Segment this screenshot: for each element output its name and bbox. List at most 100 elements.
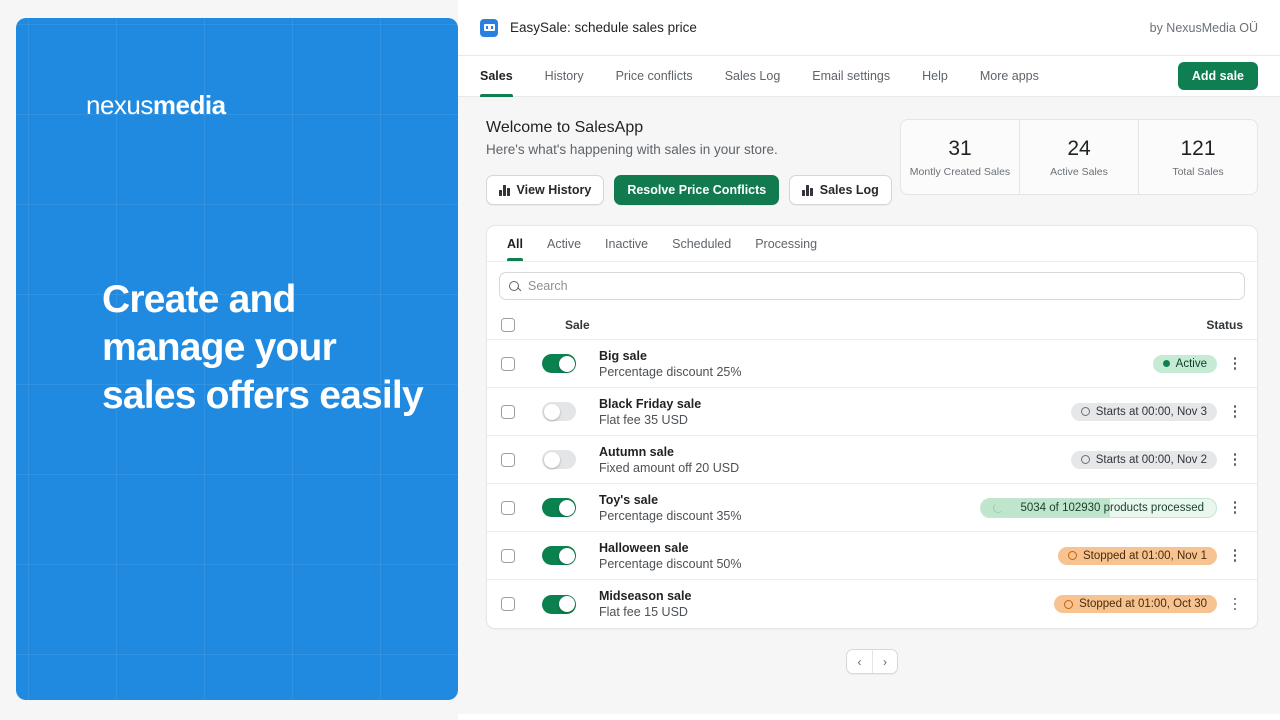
nav-item-sales[interactable]: Sales xyxy=(480,56,529,96)
search-icon xyxy=(509,281,520,292)
nav-items: Sales History Price conflicts Sales Log … xyxy=(480,56,1055,96)
logo-thin-text: nexus xyxy=(86,90,153,120)
stat-active-sales: 24 Active Sales xyxy=(1019,120,1138,194)
welcome-actions: View History Resolve Price Conflicts Sal… xyxy=(486,175,900,205)
row-status: Starts at 00:00, Nov 3 xyxy=(1071,403,1243,421)
stat-value: 24 xyxy=(1024,137,1134,161)
logo-bold-text: media xyxy=(153,90,226,120)
nexusmedia-logo: nexusmedia xyxy=(86,90,226,121)
nav-item-history[interactable]: History xyxy=(529,56,600,96)
stat-value: 31 xyxy=(905,137,1015,161)
status-text: Starts at 00:00, Nov 3 xyxy=(1096,406,1207,418)
easysale-app-icon xyxy=(480,19,498,37)
row-sale-desc: Fixed amount off 20 USD xyxy=(599,461,739,475)
tab-inactive[interactable]: Inactive xyxy=(593,226,660,261)
welcome-title: Welcome to SalesApp xyxy=(486,119,900,137)
app-root: nexusmedia Create and manage your sales … xyxy=(0,0,1280,720)
row-checkbox[interactable] xyxy=(501,453,515,467)
welcome-row: Welcome to SalesApp Here's what's happen… xyxy=(486,117,1258,205)
row-toggle[interactable] xyxy=(542,354,576,373)
row-actions-menu-icon[interactable] xyxy=(1227,549,1243,562)
table-row: Midseason sale Flat fee 15 USD Stopped a… xyxy=(487,580,1257,628)
row-actions-menu-icon[interactable] xyxy=(1227,453,1243,466)
row-sale-name: Big sale xyxy=(599,349,741,363)
row-text: Halloween sale Percentage discount 50% xyxy=(599,541,741,571)
search-box[interactable] xyxy=(499,272,1245,300)
pagination-next-button[interactable]: › xyxy=(872,650,897,673)
row-sale-desc: Percentage discount 50% xyxy=(599,557,741,571)
row-checkbox[interactable] xyxy=(501,597,515,611)
table-row: Autumn sale Fixed amount off 20 USD Star… xyxy=(487,436,1257,484)
stat-value: 121 xyxy=(1143,137,1253,161)
row-checkbox[interactable] xyxy=(501,501,515,515)
add-sale-button[interactable]: Add sale xyxy=(1178,62,1258,90)
nav-item-sales-log[interactable]: Sales Log xyxy=(709,56,797,96)
nav-item-more-apps[interactable]: More apps xyxy=(964,56,1055,96)
row-actions-menu-icon[interactable] xyxy=(1227,405,1243,418)
row-actions-menu-icon[interactable] xyxy=(1227,501,1243,514)
app-topbar: EasySale: schedule sales price by NexusM… xyxy=(458,0,1280,56)
resolve-price-conflicts-button[interactable]: Resolve Price Conflicts xyxy=(614,175,779,205)
row-checkbox[interactable] xyxy=(501,549,515,563)
row-toggle[interactable] xyxy=(542,498,576,517)
tab-processing[interactable]: Processing xyxy=(743,226,829,261)
nav-item-email-settings[interactable]: Email settings xyxy=(796,56,906,96)
bar-chart-icon xyxy=(499,185,510,196)
pagination-prev-button[interactable]: ‹ xyxy=(847,650,872,673)
row-sale-name: Toy's sale xyxy=(599,493,741,507)
row-sale-name: Halloween sale xyxy=(599,541,741,555)
status-text: Stopped at 01:00, Oct 30 xyxy=(1079,598,1207,610)
stats-panel: 31 Montly Created Sales 24 Active Sales … xyxy=(900,119,1258,195)
status-badge-processing: 5034 of 102930 products processed xyxy=(980,498,1218,518)
view-history-label: View History xyxy=(517,183,592,197)
select-all-checkbox[interactable] xyxy=(501,318,515,332)
row-toggle[interactable] xyxy=(542,595,576,614)
stop-icon xyxy=(1068,551,1077,560)
status-badge-stopped: Stopped at 01:00, Nov 1 xyxy=(1058,547,1217,565)
stat-label: Total Sales xyxy=(1143,166,1253,178)
row-checkbox[interactable] xyxy=(501,357,515,371)
promo-headline: Create and manage your sales offers easi… xyxy=(102,276,432,420)
row-sale-desc: Percentage discount 35% xyxy=(599,509,741,523)
row-toggle[interactable] xyxy=(542,450,576,469)
stat-monthly-created-sales: 31 Montly Created Sales xyxy=(901,120,1019,194)
row-text: Big sale Percentage discount 25% xyxy=(599,349,741,379)
status-badge-scheduled: Starts at 00:00, Nov 2 xyxy=(1071,451,1217,469)
tab-all[interactable]: All xyxy=(501,226,535,261)
tab-scheduled[interactable]: Scheduled xyxy=(660,226,743,261)
tab-active[interactable]: Active xyxy=(535,226,593,261)
status-badge-active: Active xyxy=(1153,355,1217,373)
row-toggle[interactable] xyxy=(542,402,576,421)
row-toggle[interactable] xyxy=(542,546,576,565)
row-text: Midseason sale Flat fee 15 USD xyxy=(599,589,691,619)
sales-log-label: Sales Log xyxy=(820,183,879,197)
status-dot-icon xyxy=(1163,360,1170,367)
app-author: by NexusMedia OÜ xyxy=(1150,21,1258,35)
app-title: EasySale: schedule sales price xyxy=(510,20,697,35)
row-actions-menu-icon[interactable] xyxy=(1227,357,1243,370)
row-status: 5034 of 102930 products processed xyxy=(980,498,1244,518)
stat-total-sales: 121 Total Sales xyxy=(1138,120,1257,194)
clock-icon xyxy=(1081,455,1090,464)
status-badge-scheduled: Starts at 00:00, Nov 3 xyxy=(1071,403,1217,421)
main-content: Welcome to SalesApp Here's what's happen… xyxy=(458,97,1280,714)
search-input[interactable] xyxy=(528,279,1235,293)
clock-icon xyxy=(1081,407,1090,416)
view-history-button[interactable]: View History xyxy=(486,175,604,205)
table-row: Halloween sale Percentage discount 50% S… xyxy=(487,532,1257,580)
table-row: Black Friday sale Flat fee 35 USD Starts… xyxy=(487,388,1257,436)
welcome-subtitle: Here's what's happening with sales in yo… xyxy=(486,142,900,157)
row-checkbox[interactable] xyxy=(501,405,515,419)
row-status: Stopped at 01:00, Nov 1 xyxy=(1058,547,1243,565)
stop-icon xyxy=(1064,600,1073,609)
row-sale-desc: Flat fee 35 USD xyxy=(599,413,701,427)
row-text: Toy's sale Percentage discount 35% xyxy=(599,493,741,523)
nav-item-help[interactable]: Help xyxy=(906,56,964,96)
row-text: Autumn sale Fixed amount off 20 USD xyxy=(599,445,739,475)
row-actions-menu-icon[interactable] xyxy=(1227,598,1243,611)
pagination-group: ‹ › xyxy=(846,649,898,674)
search-area xyxy=(487,262,1257,310)
nav-item-price-conflicts[interactable]: Price conflicts xyxy=(600,56,709,96)
welcome-block: Welcome to SalesApp Here's what's happen… xyxy=(486,117,900,205)
sales-log-button[interactable]: Sales Log xyxy=(789,175,892,205)
